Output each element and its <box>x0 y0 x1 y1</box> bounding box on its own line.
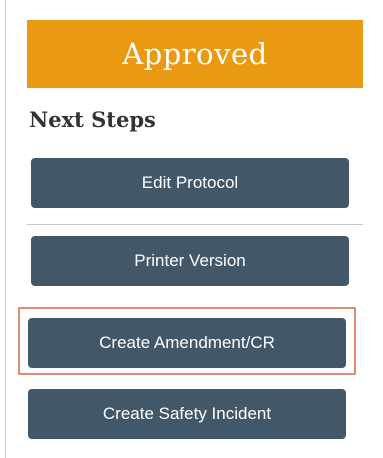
edit-protocol-label: Edit Protocol <box>141 173 239 192</box>
create-amendment-button[interactable]: Create Amendment/CR <box>28 318 346 368</box>
status-label: Approved <box>122 37 268 71</box>
panel-border <box>5 0 6 458</box>
printer-version-label: Printer Version <box>134 251 246 270</box>
next-steps-panel: Approved Next Steps Edit Protocol Printe… <box>0 0 383 458</box>
edit-protocol-button[interactable]: Edit Protocol <box>31 158 349 208</box>
create-safety-incident-button[interactable]: Create Safety Incident <box>28 389 346 439</box>
printer-version-button[interactable]: Printer Version <box>31 236 349 286</box>
divider <box>27 224 363 225</box>
status-banner: Approved <box>27 20 363 88</box>
next-steps-heading: Next Steps <box>29 107 156 132</box>
create-safety-incident-label: Create Safety Incident <box>102 404 272 423</box>
create-amendment-label: Create Amendment/CR <box>99 333 275 352</box>
